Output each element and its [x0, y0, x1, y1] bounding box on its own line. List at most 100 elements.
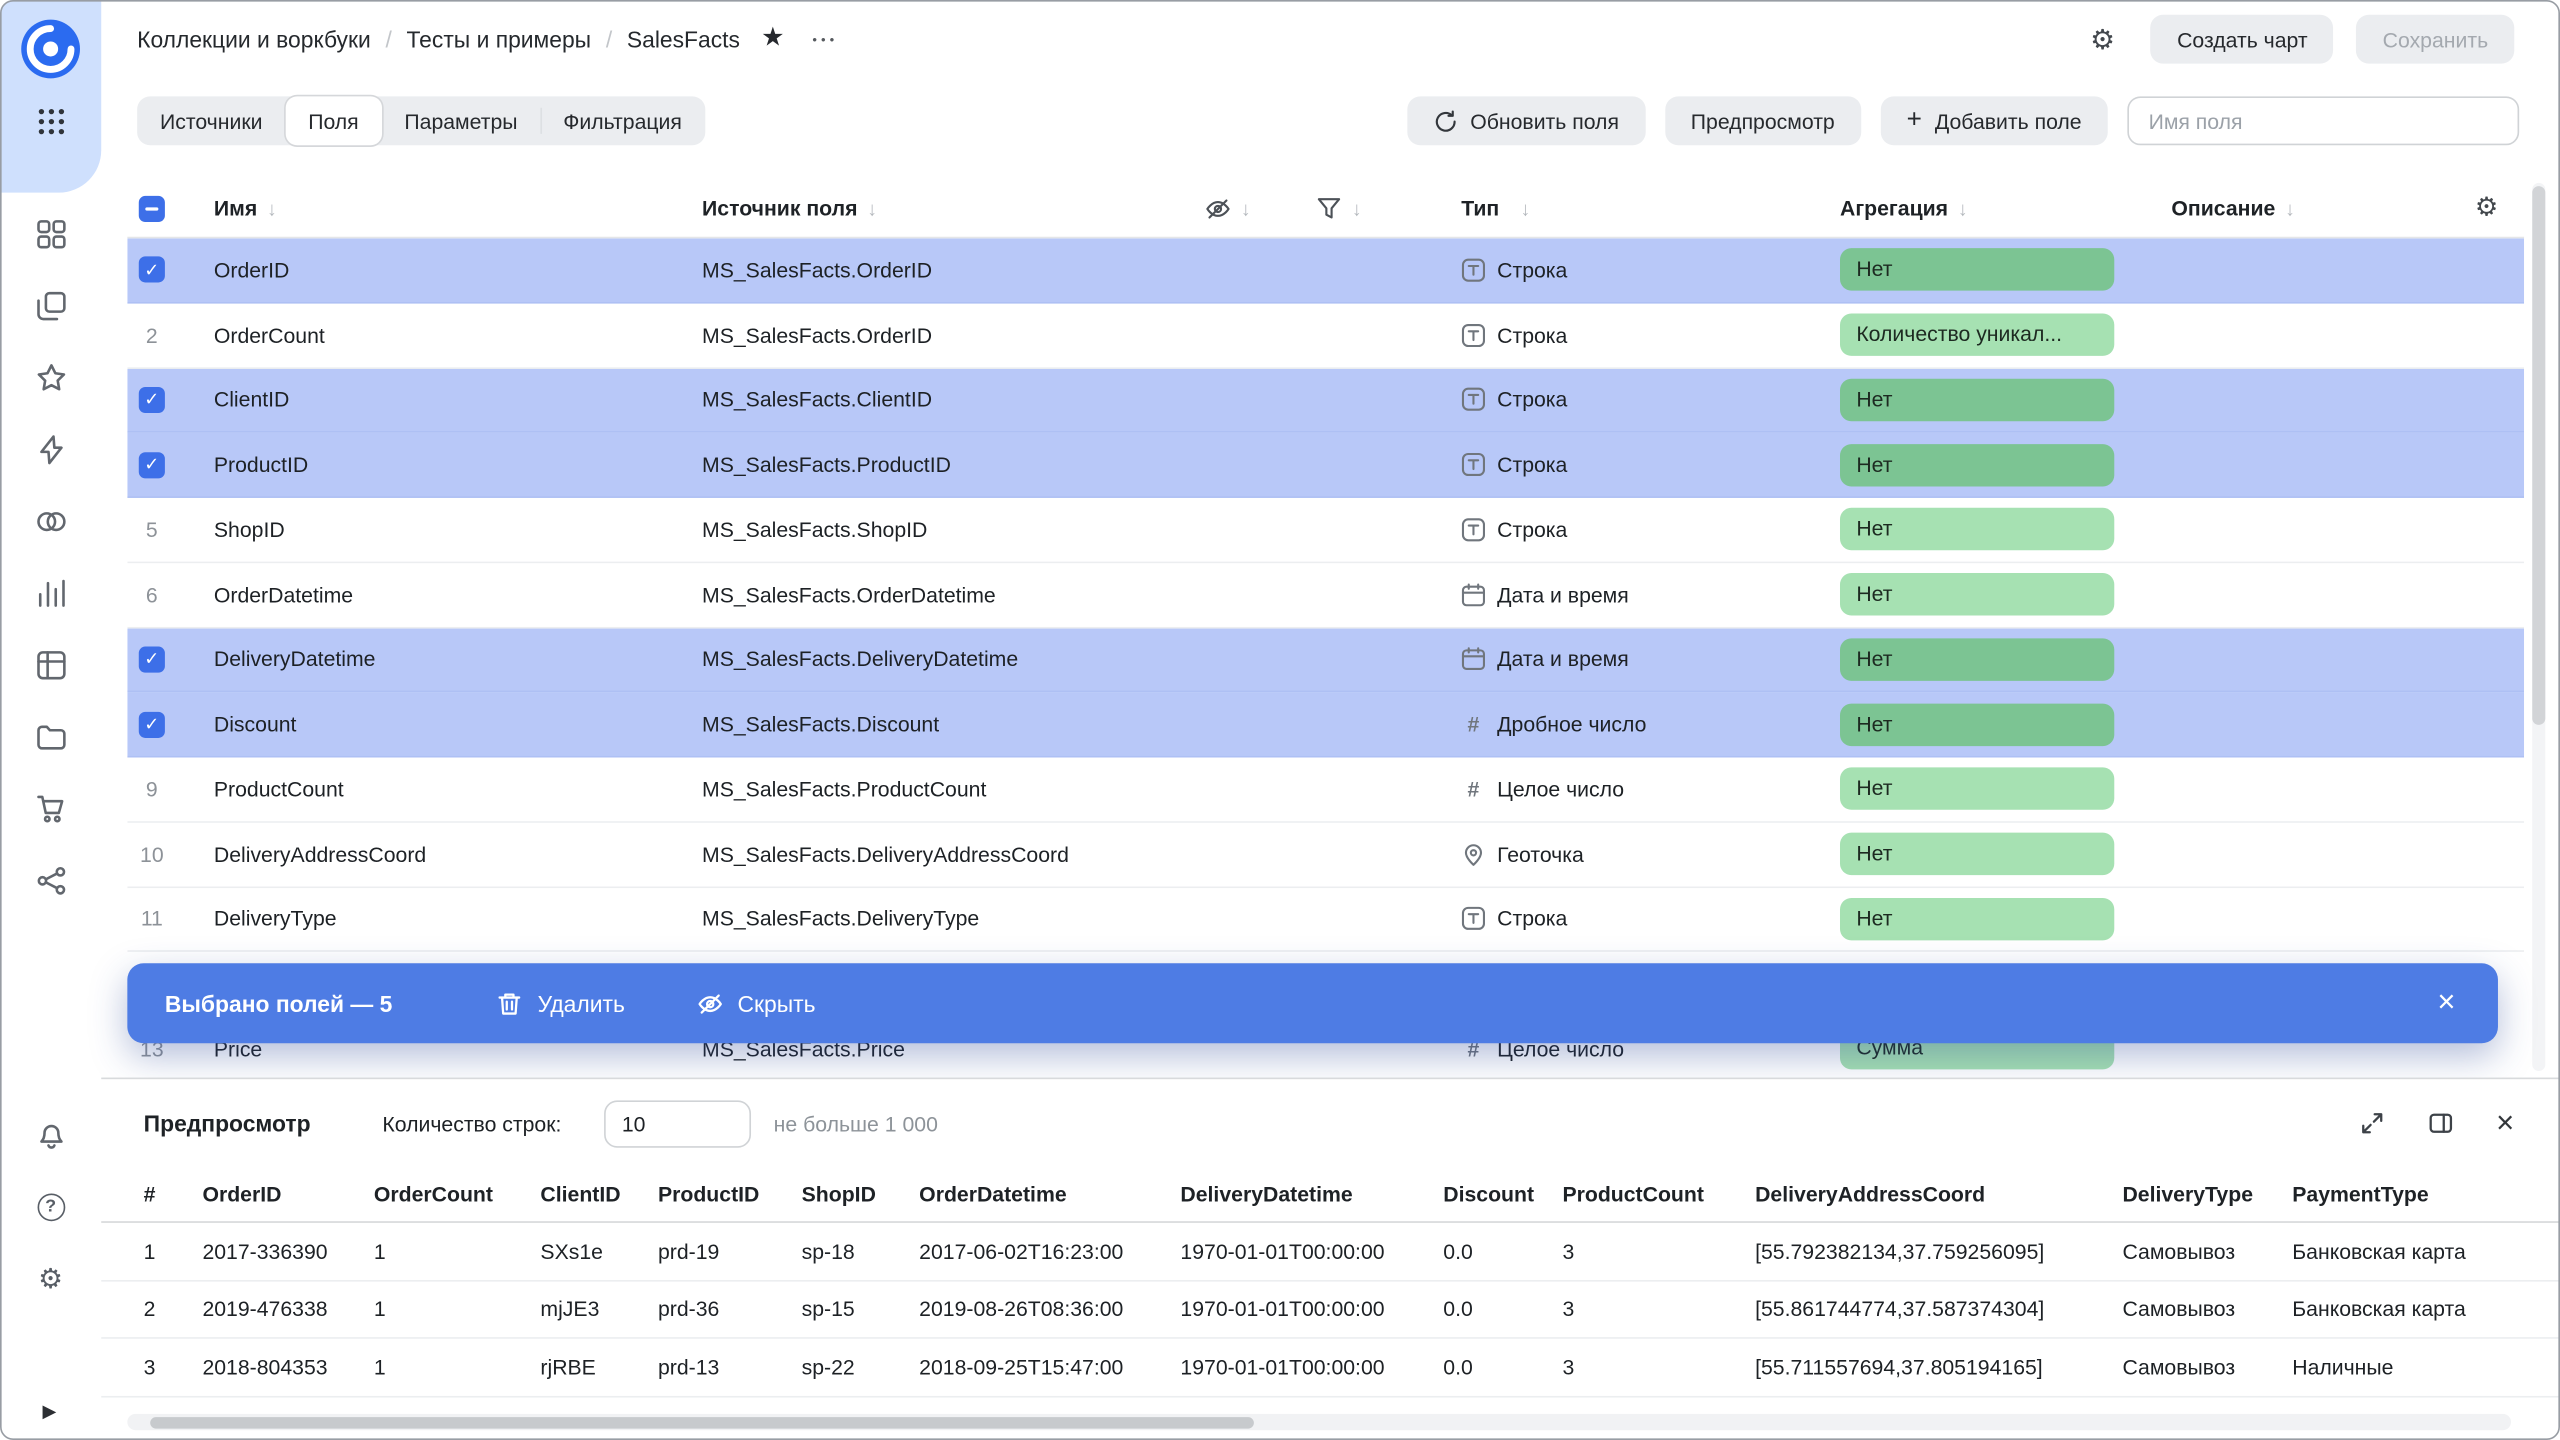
field-row-DeliveryDatetime[interactable]: ✓DeliveryDatetimeMS_SalesFacts.DeliveryD…: [127, 628, 2524, 693]
column-header-description[interactable]: Описание↓: [2139, 196, 2449, 220]
aggregation-badge[interactable]: Нет: [1840, 508, 2114, 550]
field-name-input[interactable]: [2127, 96, 2519, 145]
expand-preview-icon[interactable]: [2359, 1110, 2385, 1136]
field-aggregation[interactable]: Нет: [1829, 249, 2139, 291]
field-type[interactable]: Строка: [1424, 323, 1829, 347]
field-aggregation[interactable]: Количество уникал...: [1829, 314, 2139, 356]
field-row-OrderCount[interactable]: 2OrderCountMS_SalesFacts.OrderIDСтрокаКо…: [127, 303, 2524, 368]
aggregation-badge[interactable]: Нет: [1840, 638, 2114, 680]
folder-icon[interactable]: [34, 720, 67, 753]
refresh-fields-button[interactable]: Обновить поля: [1407, 96, 1646, 145]
grid-icon[interactable]: [34, 217, 67, 250]
bolt-icon[interactable]: [34, 433, 67, 466]
field-row-DeliveryAddressCoord[interactable]: 10DeliveryAddressCoordMS_SalesFacts.Deli…: [127, 822, 2524, 887]
more-menu-icon[interactable]: •••: [812, 32, 838, 47]
aggregation-badge[interactable]: Нет: [1840, 703, 2114, 745]
field-aggregation[interactable]: Нет: [1829, 508, 2139, 550]
row-checkbox[interactable]: ✓: [139, 646, 165, 672]
hide-selected-button[interactable]: Скрыть: [697, 990, 816, 1016]
aggregation-badge[interactable]: Нет: [1840, 833, 2114, 875]
field-type[interactable]: Строка: [1424, 452, 1829, 476]
save-button[interactable]: Сохранить: [2357, 15, 2515, 64]
breadcrumb-tests[interactable]: Тесты и примеры: [407, 26, 592, 52]
rings-icon[interactable]: [34, 504, 67, 537]
horizontal-scrollbar[interactable]: [127, 1414, 2511, 1430]
layers-icon[interactable]: [34, 289, 67, 322]
breadcrumb-collections[interactable]: Коллекции и воркбуки: [137, 26, 371, 52]
aggregation-badge[interactable]: Нет: [1840, 249, 2114, 291]
vertical-scrollbar[interactable]: [2532, 183, 2545, 1071]
field-type[interactable]: Строка: [1424, 517, 1829, 541]
row-count-input[interactable]: [604, 1100, 751, 1147]
aggregation-badge[interactable]: Нет: [1840, 443, 2114, 485]
column-header-name[interactable]: Имя↓: [193, 196, 693, 220]
flow-icon[interactable]: [34, 864, 67, 897]
field-aggregation[interactable]: Нет: [1829, 379, 2139, 421]
row-checkbox[interactable]: ✓: [139, 387, 165, 413]
apps-grid-icon[interactable]: [34, 104, 67, 137]
tab-fields[interactable]: Поля: [285, 96, 381, 145]
field-row-ShopID[interactable]: 5ShopIDMS_SalesFacts.ShopIDСтрокаНет: [127, 498, 2524, 563]
field-aggregation[interactable]: Нет: [1829, 443, 2139, 485]
field-aggregation[interactable]: Нет: [1829, 833, 2139, 875]
row-checkbox[interactable]: ✓: [139, 257, 165, 283]
field-row-DeliveryType[interactable]: 11DeliveryTypeMS_SalesFacts.DeliveryType…: [127, 887, 2524, 952]
field-aggregation[interactable]: Нет: [1829, 703, 2139, 745]
datalens-logo-icon[interactable]: [20, 18, 82, 80]
field-type[interactable]: #Целое число: [1424, 777, 1829, 801]
aggregation-badge[interactable]: Нет: [1840, 573, 2114, 615]
bar-chart-icon[interactable]: [34, 576, 67, 609]
field-row-Discount[interactable]: ✓DiscountMS_SalesFacts.Discount#Дробное …: [127, 693, 2524, 758]
field-aggregation[interactable]: Нет: [1829, 898, 2139, 940]
bell-icon[interactable]: [34, 1118, 67, 1151]
field-type[interactable]: Строка: [1424, 258, 1829, 282]
cart-icon[interactable]: [34, 792, 67, 825]
field-row-OrderID[interactable]: ✓OrderIDMS_SalesFacts.OrderIDСтрокаНет: [127, 238, 2524, 303]
field-row-ClientID[interactable]: ✓ClientIDMS_SalesFacts.ClientIDСтрокаНет: [127, 368, 2524, 433]
create-chart-button[interactable]: Создать чарт: [2151, 15, 2334, 64]
settings-icon[interactable]: ⚙: [34, 1262, 67, 1295]
scrollbar-thumb[interactable]: [2532, 186, 2545, 725]
field-aggregation[interactable]: Нет: [1829, 573, 2139, 615]
tab-sources[interactable]: Источники: [137, 96, 285, 145]
table-settings-gear-icon[interactable]: ⚙: [2449, 195, 2524, 221]
table-icon[interactable]: [34, 648, 67, 681]
aggregation-badge[interactable]: Нет: [1840, 379, 2114, 421]
close-selection-icon[interactable]: ×: [2437, 988, 2455, 1019]
field-type[interactable]: Строка: [1424, 388, 1829, 412]
aggregation-badge[interactable]: Нет: [1840, 898, 2114, 940]
field-row-OrderDatetime[interactable]: 6OrderDatetimeMS_SalesFacts.OrderDatetim…: [127, 563, 2524, 628]
scrollbar-thumb[interactable]: [150, 1416, 1254, 1427]
field-aggregation[interactable]: Нет: [1829, 768, 2139, 810]
field-type[interactable]: Строка: [1424, 907, 1829, 931]
help-icon[interactable]: ?: [34, 1190, 67, 1223]
column-header-source[interactable]: Источник поля↓: [692, 196, 1182, 220]
field-type[interactable]: Дата и время: [1424, 647, 1829, 671]
column-header-hidden[interactable]: ↓: [1182, 195, 1290, 221]
row-checkbox[interactable]: ✓: [139, 452, 165, 478]
breadcrumb-current[interactable]: SalesFacts: [627, 26, 740, 52]
preview-toggle-button[interactable]: Предпросмотр: [1665, 96, 1861, 145]
add-field-button[interactable]: + Добавить поле: [1880, 96, 2107, 145]
aggregation-badge[interactable]: Количество уникал...: [1840, 314, 2114, 356]
column-header-aggregation[interactable]: Агрегация↓: [1829, 196, 2139, 220]
column-header-type[interactable]: Тип↓: [1424, 196, 1829, 220]
field-row-ProductCount[interactable]: 9ProductCountMS_SalesFacts.ProductCount#…: [127, 758, 2524, 823]
field-row-ProductID[interactable]: ✓ProductIDMS_SalesFacts.ProductIDСтрокаН…: [127, 433, 2524, 498]
dataset-settings-gear-icon[interactable]: ⚙: [2090, 25, 2115, 53]
star-icon[interactable]: [34, 361, 67, 394]
delete-selected-button[interactable]: Удалить: [497, 990, 625, 1016]
field-type[interactable]: #Дробное число: [1424, 712, 1829, 736]
split-view-icon[interactable]: [2428, 1110, 2454, 1136]
close-preview-icon[interactable]: ×: [2496, 1108, 2514, 1139]
field-aggregation[interactable]: Нет: [1829, 638, 2139, 680]
field-type[interactable]: Дата и время: [1424, 582, 1829, 606]
select-all-checkbox[interactable]: [139, 195, 165, 221]
tab-parameters[interactable]: Параметры: [382, 96, 541, 145]
tab-filtering[interactable]: Фильтрация: [540, 96, 704, 145]
field-type[interactable]: Геоточка: [1424, 842, 1829, 866]
favorite-star-icon[interactable]: ★: [761, 26, 784, 52]
aggregation-badge[interactable]: Нет: [1840, 768, 2114, 810]
column-header-filter[interactable]: ↓: [1290, 195, 1424, 221]
expand-panel-icon[interactable]: ▶: [42, 1401, 56, 1422]
